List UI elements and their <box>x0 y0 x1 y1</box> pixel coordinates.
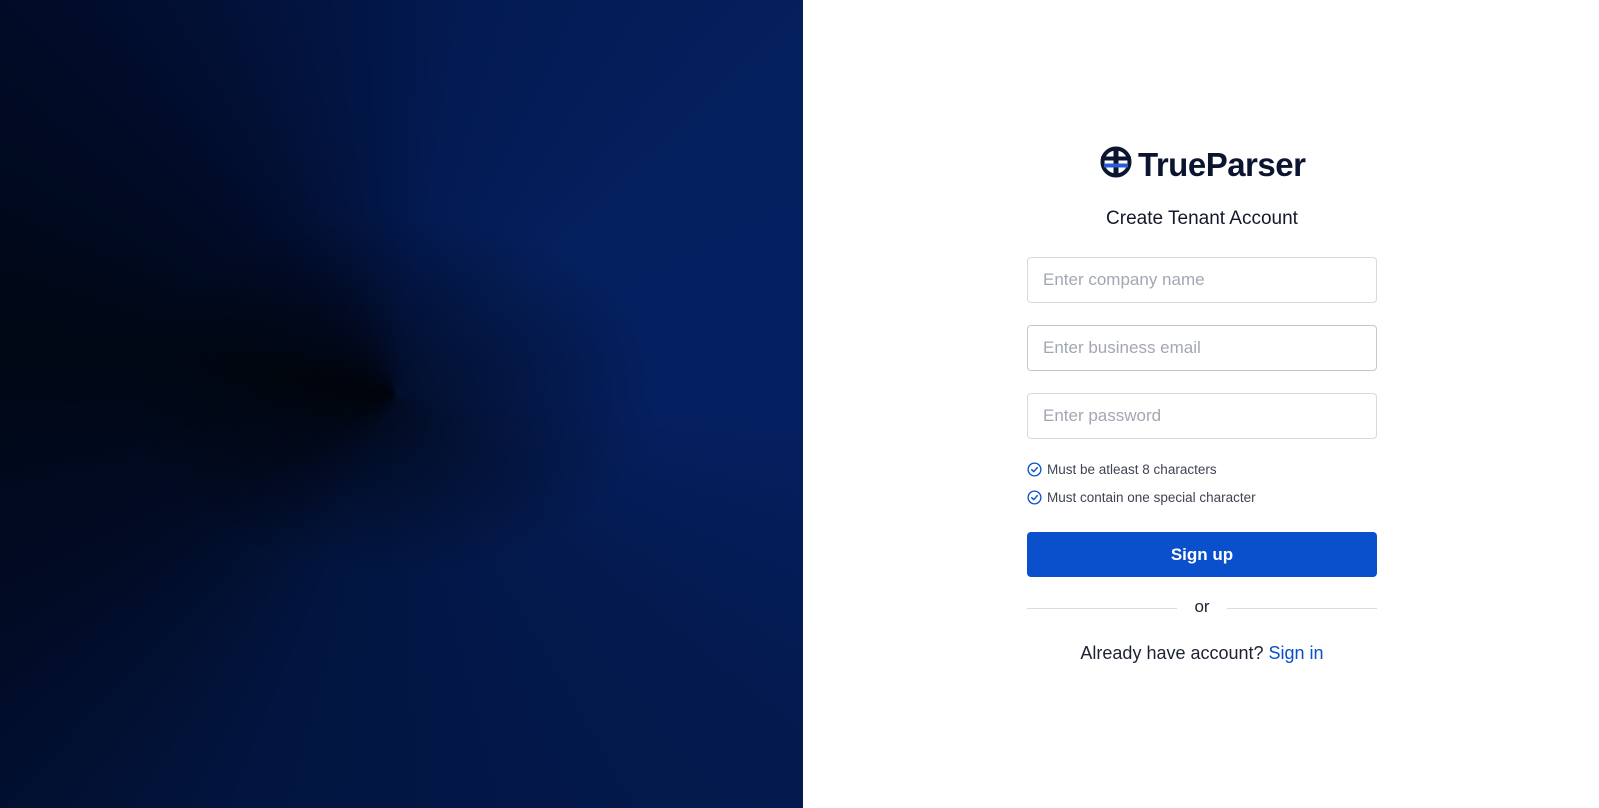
trueparser-logo-icon <box>1100 146 1132 183</box>
signin-prompt-text: Already have account? <box>1080 643 1269 663</box>
password-rule-special: Must contain one special character <box>1027 490 1256 505</box>
brand-logo: TrueParser <box>1100 145 1306 183</box>
divider-text: or <box>1194 597 1210 616</box>
signup-page: TrueParser Create Tenant Account Must be… <box>0 0 1599 808</box>
password-rule-text: Must be atleast 8 characters <box>1047 462 1217 477</box>
check-circle-icon <box>1027 462 1042 477</box>
password-input[interactable] <box>1027 393 1377 439</box>
brand-name: TrueParser <box>1138 145 1306 183</box>
sign-in-link[interactable]: Sign in <box>1269 643 1324 663</box>
business-email-input[interactable] <box>1027 325 1377 371</box>
company-name-input[interactable] <box>1027 257 1377 303</box>
signup-panel: TrueParser Create Tenant Account Must be… <box>803 0 1599 808</box>
hero-background <box>0 0 803 808</box>
signin-prompt-row: Already have account? Sign in <box>1027 643 1377 664</box>
password-rule-length: Must be atleast 8 characters <box>1027 462 1217 477</box>
check-circle-icon <box>1027 490 1042 505</box>
or-divider: or <box>1027 596 1377 620</box>
sign-up-button[interactable]: Sign up <box>1027 532 1377 577</box>
divider-line-right <box>1227 608 1377 609</box>
form-title: Create Tenant Account <box>1106 208 1298 229</box>
password-rule-text: Must contain one special character <box>1047 490 1256 505</box>
